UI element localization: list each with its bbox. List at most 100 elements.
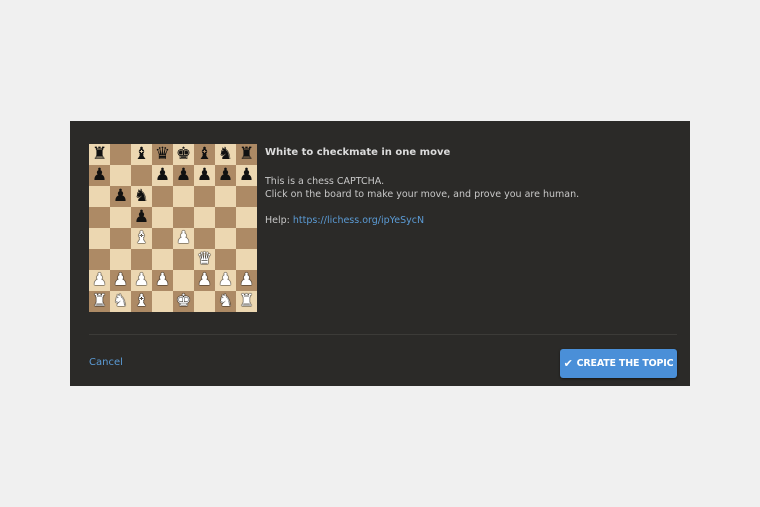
square-g5[interactable]	[215, 207, 236, 228]
white-queen-icon[interactable]: ♛	[197, 251, 212, 268]
square-h2[interactable]: ♟	[236, 270, 257, 291]
square-f7[interactable]: ♟	[194, 165, 215, 186]
white-bishop-icon[interactable]: ♝	[134, 230, 149, 247]
square-b4[interactable]	[110, 228, 131, 249]
square-a1[interactable]: ♜	[89, 291, 110, 312]
square-f8[interactable]: ♝	[194, 144, 215, 165]
black-bishop-icon[interactable]: ♝	[134, 146, 149, 163]
square-e8[interactable]: ♚	[173, 144, 194, 165]
square-c6[interactable]: ♞	[131, 186, 152, 207]
square-a7[interactable]: ♟	[89, 165, 110, 186]
square-a4[interactable]	[89, 228, 110, 249]
square-h1[interactable]: ♜	[236, 291, 257, 312]
white-bishop-icon[interactable]: ♝	[134, 293, 149, 310]
square-c7[interactable]	[131, 165, 152, 186]
white-rook-icon[interactable]: ♜	[239, 293, 254, 310]
square-b1[interactable]: ♞	[110, 291, 131, 312]
square-d8[interactable]: ♛	[152, 144, 173, 165]
square-a3[interactable]	[89, 249, 110, 270]
white-rook-icon[interactable]: ♜	[92, 293, 107, 310]
square-d2[interactable]: ♟	[152, 270, 173, 291]
square-f1[interactable]	[194, 291, 215, 312]
square-b6[interactable]: ♟	[110, 186, 131, 207]
white-pawn-icon[interactable]: ♟	[197, 272, 212, 289]
square-h8[interactable]: ♜	[236, 144, 257, 165]
square-a2[interactable]: ♟	[89, 270, 110, 291]
square-f5[interactable]	[194, 207, 215, 228]
square-a8[interactable]: ♜	[89, 144, 110, 165]
white-pawn-icon[interactable]: ♟	[239, 272, 254, 289]
black-queen-icon[interactable]: ♛	[155, 146, 170, 163]
square-g4[interactable]	[215, 228, 236, 249]
square-a5[interactable]	[89, 207, 110, 228]
white-pawn-icon[interactable]: ♟	[113, 272, 128, 289]
square-h5[interactable]	[236, 207, 257, 228]
square-e2[interactable]	[173, 270, 194, 291]
square-e4[interactable]: ♟	[173, 228, 194, 249]
black-king-icon[interactable]: ♚	[176, 146, 191, 163]
cancel-link[interactable]: Cancel	[89, 357, 123, 368]
square-c3[interactable]	[131, 249, 152, 270]
square-b5[interactable]	[110, 207, 131, 228]
square-h3[interactable]	[236, 249, 257, 270]
black-pawn-icon[interactable]: ♟	[218, 167, 233, 184]
black-pawn-icon[interactable]: ♟	[113, 188, 128, 205]
create-topic-button[interactable]: ✔ CREATE THE TOPIC	[560, 349, 677, 378]
square-c4[interactable]: ♝	[131, 228, 152, 249]
square-e6[interactable]	[173, 186, 194, 207]
square-f2[interactable]: ♟	[194, 270, 215, 291]
black-pawn-icon[interactable]: ♟	[155, 167, 170, 184]
square-g2[interactable]: ♟	[215, 270, 236, 291]
white-pawn-icon[interactable]: ♟	[134, 272, 149, 289]
square-g6[interactable]	[215, 186, 236, 207]
white-knight-icon[interactable]: ♞	[113, 293, 128, 310]
square-e1[interactable]: ♚	[173, 291, 194, 312]
black-pawn-icon[interactable]: ♟	[92, 167, 107, 184]
square-h6[interactable]	[236, 186, 257, 207]
square-h7[interactable]: ♟	[236, 165, 257, 186]
square-d6[interactable]	[152, 186, 173, 207]
square-d3[interactable]	[152, 249, 173, 270]
chess-board[interactable]: ♜ ♝ ♛ ♚ ♝ ♞ ♜ ♟ ♟ ♟ ♟ ♟ ♟ ♟ ♞ ♟ ♝ ♟ ♛ ♟ ♟ ♟ ♟ ♟ ♟ ♟ ♜ ♞ ♝ ♚ ♞ ♜	[89, 144, 257, 312]
square-d4[interactable]	[152, 228, 173, 249]
square-b2[interactable]: ♟	[110, 270, 131, 291]
square-c5[interactable]: ♟	[131, 207, 152, 228]
black-bishop-icon[interactable]: ♝	[197, 146, 212, 163]
black-rook-icon[interactable]: ♜	[239, 146, 254, 163]
square-h4[interactable]	[236, 228, 257, 249]
square-e7[interactable]: ♟	[173, 165, 194, 186]
square-g7[interactable]: ♟	[215, 165, 236, 186]
black-pawn-icon[interactable]: ♟	[197, 167, 212, 184]
black-knight-icon[interactable]: ♞	[134, 188, 149, 205]
square-f6[interactable]	[194, 186, 215, 207]
black-pawn-icon[interactable]: ♟	[176, 167, 191, 184]
black-pawn-icon[interactable]: ♟	[239, 167, 254, 184]
square-g8[interactable]: ♞	[215, 144, 236, 165]
square-e3[interactable]	[173, 249, 194, 270]
help-link[interactable]: https://lichess.org/ipYeSycN	[293, 215, 424, 226]
white-knight-icon[interactable]: ♞	[218, 293, 233, 310]
square-b3[interactable]	[110, 249, 131, 270]
square-b8[interactable]	[110, 144, 131, 165]
square-c2[interactable]: ♟	[131, 270, 152, 291]
white-pawn-icon[interactable]: ♟	[218, 272, 233, 289]
square-b7[interactable]	[110, 165, 131, 186]
square-e5[interactable]	[173, 207, 194, 228]
square-g1[interactable]: ♞	[215, 291, 236, 312]
square-d7[interactable]: ♟	[152, 165, 173, 186]
square-f3[interactable]: ♛	[194, 249, 215, 270]
black-knight-icon[interactable]: ♞	[218, 146, 233, 163]
square-c1[interactable]: ♝	[131, 291, 152, 312]
white-pawn-icon[interactable]: ♟	[176, 230, 191, 247]
square-f4[interactable]	[194, 228, 215, 249]
square-d5[interactable]	[152, 207, 173, 228]
square-c8[interactable]: ♝	[131, 144, 152, 165]
square-a6[interactable]	[89, 186, 110, 207]
white-pawn-icon[interactable]: ♟	[92, 272, 107, 289]
white-king-icon[interactable]: ♚	[176, 293, 191, 310]
black-rook-icon[interactable]: ♜	[92, 146, 107, 163]
square-d1[interactable]	[152, 291, 173, 312]
white-pawn-icon[interactable]: ♟	[155, 272, 170, 289]
square-g3[interactable]	[215, 249, 236, 270]
black-pawn-icon[interactable]: ♟	[134, 209, 149, 226]
